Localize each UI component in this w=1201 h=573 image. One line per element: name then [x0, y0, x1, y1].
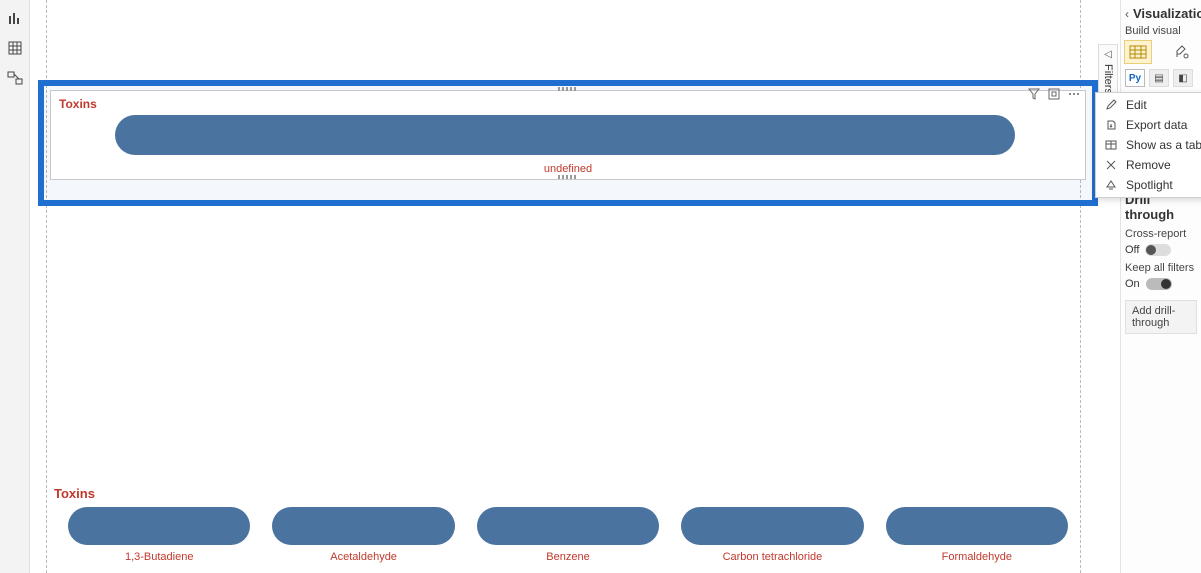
- cross-report-label: Cross-report: [1125, 228, 1197, 240]
- more-options-icon[interactable]: [1067, 87, 1081, 101]
- pill-col-2: Benzene: [477, 507, 659, 563]
- bottom-visual[interactable]: Toxins 1,3-Butadiene Acetaldehyde Benzen…: [50, 486, 1086, 563]
- pill-button-2[interactable]: [477, 507, 659, 545]
- keep-filters-label: Keep all filters: [1125, 262, 1197, 274]
- expand-filters-icon: ◁: [1104, 49, 1112, 60]
- export-icon: [1104, 118, 1118, 132]
- python-visual-icon[interactable]: Py: [1125, 69, 1145, 87]
- visual-header-toolbar: [1027, 87, 1081, 101]
- filters-pane-label: Filters: [1102, 64, 1114, 94]
- viz-pane-title: Visualizations: [1133, 6, 1201, 21]
- cross-report-toggle[interactable]: Off: [1125, 244, 1197, 256]
- ctx-edit-label: Edit: [1126, 98, 1147, 112]
- pill-col-4: Formaldehyde: [886, 507, 1068, 563]
- focus-mode-icon[interactable]: [1047, 87, 1061, 101]
- pill-button-1[interactable]: [272, 507, 454, 545]
- bottom-pill-row: 1,3-Butadiene Acetaldehyde Benzene Carbo…: [50, 507, 1086, 563]
- pill-col-1: Acetaldehyde: [272, 507, 454, 563]
- ctx-remove[interactable]: Remove: [1096, 155, 1201, 175]
- format-visual-tab[interactable]: [1169, 41, 1195, 63]
- model-view-button[interactable]: [5, 68, 25, 88]
- guide-line-left: [46, 0, 47, 573]
- pill-col-3: Carbon tetrachloride: [681, 507, 863, 563]
- viz-type-icon-a[interactable]: ▤: [1149, 69, 1169, 87]
- data-pill-undefined[interactable]: [115, 115, 1015, 155]
- pill-label-2: Benzene: [546, 551, 589, 563]
- ctx-spotlight[interactable]: Spotlight: [1096, 175, 1201, 195]
- table-icon: [1104, 138, 1118, 152]
- cross-report-state: Off: [1125, 244, 1139, 256]
- data-view-button[interactable]: [5, 38, 25, 58]
- report-canvas[interactable]: Toxins undefined Edit Export data Show a…: [38, 0, 1201, 573]
- ctx-edit[interactable]: Edit: [1096, 95, 1201, 115]
- keep-filters-state: On: [1125, 278, 1140, 290]
- drag-handle-top[interactable]: [558, 87, 578, 91]
- pill-button-4[interactable]: [886, 507, 1068, 545]
- bottom-visual-title: Toxins: [54, 486, 1086, 501]
- visual-title: Toxins: [59, 97, 97, 111]
- pill-button-3[interactable]: [681, 507, 863, 545]
- selected-visual[interactable]: Toxins undefined: [50, 90, 1086, 180]
- build-visual-tab[interactable]: [1125, 41, 1151, 63]
- ctx-spotlight-label: Spotlight: [1126, 178, 1173, 192]
- keep-filters-toggle[interactable]: On: [1125, 278, 1197, 290]
- ctx-remove-label: Remove: [1126, 158, 1171, 172]
- viz-pane-subtitle: Build visual: [1125, 25, 1197, 37]
- ctx-export-label: Export data: [1126, 118, 1187, 132]
- remove-icon: [1104, 158, 1118, 172]
- view-switcher-rail: [0, 0, 30, 573]
- python-visual-label: Py: [1129, 73, 1141, 84]
- ctx-export-data[interactable]: Export data: [1096, 115, 1201, 135]
- add-drill-through-well[interactable]: Add drill-through: [1125, 300, 1197, 334]
- toggle-switch-on: [1146, 278, 1172, 290]
- pill-label-4: Formaldehyde: [942, 551, 1012, 563]
- viz-type-icon-b[interactable]: ◧: [1173, 69, 1193, 87]
- pill-col-0: 1,3-Butadiene: [68, 507, 250, 563]
- filter-icon[interactable]: [1027, 87, 1041, 101]
- report-view-button[interactable]: [5, 8, 25, 28]
- back-chevron-icon[interactable]: ‹: [1125, 7, 1129, 21]
- pill-label-3: Carbon tetrachloride: [723, 551, 823, 563]
- pill-button-0[interactable]: [68, 507, 250, 545]
- pill-label-0: 1,3-Butadiene: [125, 551, 194, 563]
- pill-label-1: Acetaldehyde: [330, 551, 397, 563]
- edit-icon: [1104, 98, 1118, 112]
- spotlight-icon: [1104, 178, 1118, 192]
- toggle-switch-off: [1145, 244, 1171, 256]
- visual-context-menu: Edit Export data Show as a table Remove …: [1095, 92, 1201, 198]
- visualizations-pane: ‹ Visualizations Build visual Py ▤ ◧ ▥ ◫…: [1120, 0, 1201, 573]
- axis-label-undefined: undefined: [544, 163, 592, 175]
- ctx-table-label: Show as a table: [1126, 138, 1201, 152]
- drag-handle-bottom[interactable]: [558, 175, 578, 179]
- ctx-show-as-table[interactable]: Show as a table: [1096, 135, 1201, 155]
